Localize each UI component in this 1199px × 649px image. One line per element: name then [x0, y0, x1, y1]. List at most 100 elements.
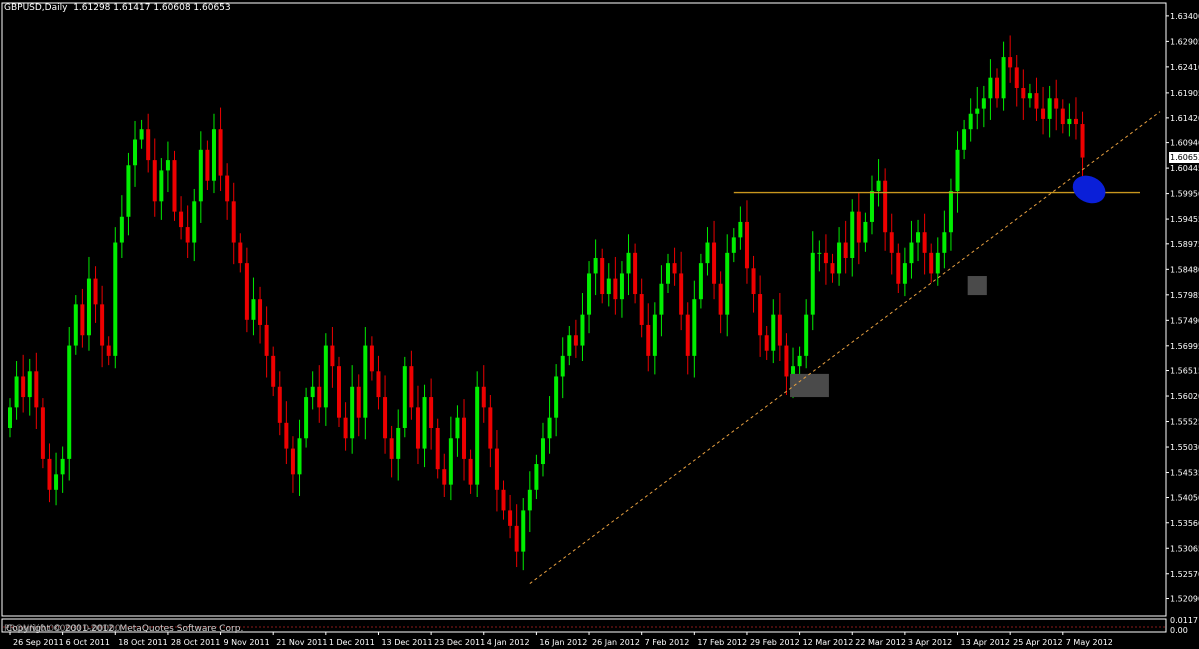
- price-tick-label: 1.58480: [1170, 265, 1199, 274]
- bear-candle: [1080, 124, 1085, 158]
- bear-candle: [172, 160, 177, 212]
- bear-candle: [1034, 93, 1039, 109]
- price-tick-label: 1.63400: [1170, 12, 1199, 21]
- bull-candle: [547, 417, 552, 439]
- bull-candle: [192, 201, 197, 243]
- bear-candle: [501, 489, 506, 511]
- bear-candle: [383, 397, 388, 439]
- bull-candle: [876, 180, 881, 192]
- bear-candle: [685, 314, 690, 356]
- bear-candle: [672, 263, 677, 274]
- time-tick-label: 26 Jan 2012: [592, 638, 640, 647]
- bear-candle: [34, 371, 39, 408]
- bear-candle: [712, 242, 717, 284]
- bear-candle: [47, 458, 52, 490]
- price-tick-label: 1.56020: [1170, 392, 1199, 401]
- bear-candle: [508, 510, 513, 526]
- bull-candle: [14, 376, 19, 408]
- price-tick-label: 1.59455: [1170, 215, 1199, 224]
- bear-candle: [369, 345, 374, 372]
- bear-candle: [823, 252, 828, 264]
- bear-candle: [843, 242, 848, 258]
- bear-candle: [264, 324, 269, 356]
- bull-candle: [988, 77, 993, 99]
- bull-candle: [297, 438, 302, 475]
- bear-candle: [718, 283, 723, 315]
- bear-candle: [435, 427, 440, 470]
- bear-candle: [185, 227, 190, 243]
- bear-candle: [764, 335, 769, 351]
- price-tick-label: 1.52090: [1170, 594, 1199, 603]
- bull-candle: [119, 216, 124, 243]
- bull-candle: [448, 438, 453, 485]
- last-price-label: 1.60653: [1169, 152, 1199, 163]
- time-tick-label: 29 Feb 2012: [750, 638, 800, 647]
- bull-candle: [652, 314, 657, 356]
- bull-candle: [159, 170, 164, 202]
- bear-candle: [376, 371, 381, 398]
- bull-candle: [560, 355, 565, 377]
- bull-candle: [402, 366, 407, 428]
- highlight-zone: [790, 373, 829, 398]
- bull-candle: [1001, 57, 1006, 99]
- bull-candle: [587, 273, 592, 315]
- subwindow-tick-label: 0.0117: [1170, 616, 1198, 625]
- bull-candle: [817, 252, 822, 254]
- bear-candle: [442, 469, 447, 485]
- bear-candle: [93, 278, 98, 305]
- bull-candle: [363, 345, 368, 418]
- bull-candle: [869, 191, 874, 222]
- symbol-label: GBPUSD,Daily: [4, 3, 68, 13]
- bull-candle: [837, 242, 842, 274]
- bear-candle: [929, 252, 934, 274]
- bull-candle: [962, 129, 967, 150]
- bull-candle: [527, 489, 532, 511]
- bull-candle: [86, 278, 91, 336]
- bear-candle: [633, 252, 638, 295]
- time-tick-label: 17 Feb 2012: [697, 638, 747, 647]
- bull-candle: [626, 252, 631, 274]
- indicator-subwindow-label: PRONN(0.00003) 0.00000 Copyright © 2001-…: [4, 624, 243, 634]
- bull-candle: [981, 98, 986, 109]
- bull-candle: [304, 397, 309, 439]
- bull-candle: [521, 510, 526, 552]
- time-tick-label: 16 Jan 2012: [539, 638, 587, 647]
- bear-candle: [639, 294, 644, 325]
- bear-candle: [922, 232, 927, 253]
- time-axis: 26 Sep 2011 6 Oct 2011 18 Oct 2011 28 Oct 2…: [9, 632, 1113, 647]
- bull-candle: [698, 263, 703, 300]
- bear-candle: [777, 314, 782, 346]
- bear-candle: [290, 448, 295, 475]
- bear-candle: [1060, 108, 1065, 125]
- candles: [8, 35, 1085, 571]
- bear-candle: [179, 211, 184, 228]
- time-tick-label: 22 Mar 2012: [855, 638, 906, 647]
- bull-candle: [455, 417, 460, 439]
- price-tick-label: 1.59950: [1170, 190, 1199, 199]
- time-tick-label: 7 May 2012: [1066, 638, 1113, 647]
- price-tick-label: 1.57985: [1170, 291, 1199, 300]
- bull-candle: [1047, 98, 1052, 119]
- bear-candle: [218, 129, 223, 176]
- bull-candle: [554, 376, 559, 418]
- bull-candle: [73, 304, 78, 346]
- time-tick-label: 18 Oct 2011: [118, 638, 167, 647]
- chart-window[interactable]: 1.63400 1.62905 1.62410 1.61905 1.61420 1.609…: [0, 0, 1199, 649]
- time-tick-label: 1 Dec 2011: [329, 638, 375, 647]
- bull-candle: [113, 242, 118, 356]
- bear-candle: [889, 232, 894, 253]
- bull-candle: [8, 407, 12, 428]
- bull-candle: [955, 149, 960, 192]
- bear-candle: [80, 304, 85, 336]
- bull-candle: [606, 278, 611, 295]
- price-chart[interactable]: 1.63400 1.62905 1.62410 1.61905 1.61420 1.609…: [0, 0, 1199, 649]
- bull-candle: [534, 464, 539, 490]
- bear-candle: [646, 324, 651, 356]
- bull-candle: [738, 221, 743, 238]
- bull-candle: [797, 355, 802, 367]
- bear-candle: [896, 252, 901, 284]
- time-tick-label: 6 Oct 2011: [66, 638, 110, 647]
- bear-candle: [1054, 98, 1059, 109]
- bull-candle: [1027, 93, 1032, 99]
- bear-candle: [225, 175, 230, 202]
